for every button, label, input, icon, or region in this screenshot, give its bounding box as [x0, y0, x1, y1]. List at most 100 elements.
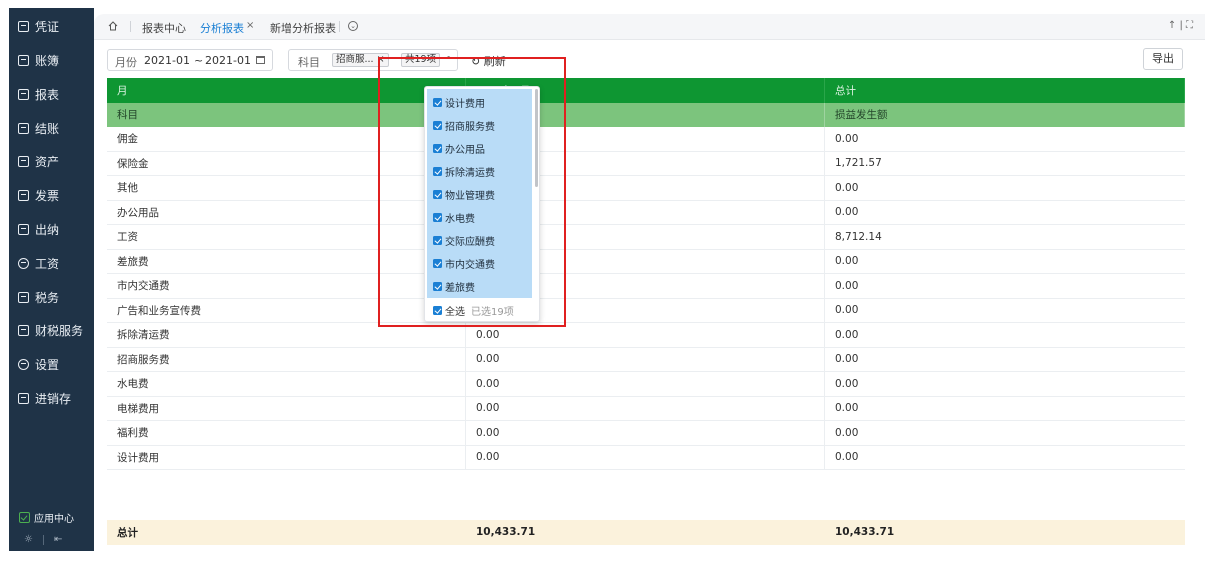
- table-cell: 市内交通费: [107, 274, 466, 298]
- yen-icon: [18, 257, 29, 269]
- table-cell: 电梯费用: [107, 396, 466, 420]
- subject-option[interactable]: 差旅费: [433, 279, 475, 294]
- sidebar-item-label: 进销存: [35, 391, 72, 406]
- refresh-icon: ↻: [471, 55, 481, 68]
- table-row: 保险金1,721.571,721.57: [107, 151, 1185, 176]
- select-all-option[interactable]: 全选 已选19项: [433, 303, 514, 318]
- ledger-icon: [18, 54, 29, 66]
- sidebar-item-inventory[interactable]: 进销存: [9, 386, 94, 410]
- checkbox-checked-icon: [433, 282, 442, 291]
- home-icon[interactable]: [108, 21, 118, 31]
- table-cell: 0.00: [835, 132, 859, 145]
- table-row: 福利费 0.00 0.00: [107, 421, 1185, 446]
- sidebar-item-settings[interactable]: 设置: [9, 352, 94, 376]
- sidebar-item-closing[interactable]: 结账: [9, 116, 94, 140]
- tab-analysis-report[interactable]: 分析报表: [200, 20, 244, 36]
- table-row: 办公用品0.000.00: [107, 200, 1185, 225]
- subject-label: 科目: [298, 56, 320, 69]
- subject-count-tag: 共19项: [401, 53, 441, 67]
- checkbox-checked-icon: [433, 190, 442, 199]
- app-center-link[interactable]: 应用中心: [19, 510, 74, 525]
- tab-divider: [130, 21, 131, 32]
- sidebar-item-label: 税务: [35, 290, 60, 305]
- tax-icon: [18, 291, 29, 303]
- subject-option-label: 拆除清运费: [445, 168, 495, 179]
- table-cell: 0.00: [466, 347, 825, 371]
- tag-close-icon[interactable]: ×: [377, 54, 385, 65]
- header-cell: 月: [107, 78, 466, 103]
- sidebar-item-label: 出纳: [35, 222, 60, 237]
- sidebar-item-invoice[interactable]: 发票: [9, 183, 94, 207]
- table-row: 工资8,712.148,712.14: [107, 225, 1185, 250]
- table-cell: 0.00: [466, 421, 825, 445]
- sidebar-item-reports[interactable]: 报表: [9, 82, 94, 106]
- sidebar-item-tax-services[interactable]: 财税服务: [9, 318, 94, 342]
- subject-dropdown: 设计费用 招商服务费 办公用品 拆除清运费 物业管理费 水电费 交际应酬费 市内交通费 差旅费 …: [424, 86, 540, 322]
- tab-bar: 报表中心 分析报表 × 新增分析报表 ⌄ ↑ | ⛶: [94, 14, 1205, 40]
- sidebar-item-voucher[interactable]: 凭证: [9, 14, 94, 38]
- sidebar-item-label: 结账: [35, 121, 60, 136]
- tab-report-center[interactable]: 报表中心: [142, 20, 186, 36]
- refresh-button[interactable]: ↻ 刷新: [471, 53, 506, 69]
- gear-icon: [18, 358, 29, 370]
- table-cell: 0.00: [835, 328, 859, 341]
- table-cell: 0.00: [835, 181, 859, 194]
- collapse-icon[interactable]: ⇤: [54, 534, 62, 545]
- table-cell: 8,712.14: [835, 230, 882, 243]
- refresh-label: 刷新: [483, 55, 506, 68]
- sidebar-item-tax[interactable]: 税务: [9, 285, 94, 309]
- header-cell: 损益发生额: [825, 102, 1185, 127]
- tab-close-icon[interactable]: ×: [246, 20, 254, 31]
- subject-option[interactable]: 市内交通费: [433, 256, 495, 271]
- sidebar-item-ledger[interactable]: 账簿: [9, 48, 94, 72]
- table-row: 差旅费0.000.00: [107, 249, 1185, 274]
- table-row: 招商服务费 0.00 0.00: [107, 347, 1185, 372]
- total-cell: 10,433.71: [835, 526, 895, 539]
- sidebar-item-assets[interactable]: 资产: [9, 149, 94, 173]
- subject-option[interactable]: 招商服务费: [433, 118, 495, 133]
- closing-icon: [18, 122, 29, 134]
- table-cell: 招商服务费: [107, 347, 466, 371]
- checkbox-checked-icon: [433, 167, 442, 176]
- sidebar-item-label: 凭证: [35, 19, 60, 34]
- inventory-icon: [18, 392, 29, 404]
- month-label: 月份: [115, 56, 137, 69]
- cashier-icon: [18, 223, 29, 235]
- sidebar-item-cashier[interactable]: 出纳: [9, 217, 94, 241]
- subject-option-list[interactable]: 设计费用招商服务费办公用品拆除清运费物业管理费水电费交际应酬费市内交通费差旅费: [427, 89, 532, 298]
- divider: [42, 534, 44, 545]
- subject-option[interactable]: 交际应酬费: [433, 233, 495, 248]
- tab-new-analysis-report[interactable]: 新增分析报表: [270, 20, 336, 36]
- table-cell: 办公用品: [107, 200, 466, 224]
- checkbox-checked-icon: [433, 121, 442, 130]
- table-header-subject: 科目 损益发生额 损益发生额: [107, 102, 1185, 127]
- dropdown-scrollbar[interactable]: [535, 89, 538, 187]
- table-cell: 0.00: [835, 377, 859, 390]
- table-cell: 设计费用: [107, 445, 466, 469]
- subject-option[interactable]: 水电费: [433, 210, 475, 225]
- table-cell: 佣金: [107, 127, 466, 151]
- checkbox-checked-icon: [433, 213, 442, 222]
- header-cell: 科目: [107, 102, 466, 127]
- table-cell: 0.00: [835, 279, 859, 292]
- subject-option[interactable]: 拆除清运费: [433, 164, 495, 179]
- tab-more-icon[interactable]: ⌄: [348, 21, 358, 31]
- table-cell: 拆除清运费: [107, 323, 466, 347]
- caret-up-icon[interactable]: ^: [444, 54, 453, 67]
- table-total-row: 总计 10,433.71 10,433.71: [107, 520, 1185, 545]
- subject-option[interactable]: 物业管理费: [433, 187, 495, 202]
- sidebar-item-payroll[interactable]: 工资: [9, 251, 94, 275]
- window-controls[interactable]: ↑ | ⛶: [1168, 20, 1193, 31]
- table-header-month: 月 2021年1月 总计: [107, 78, 1185, 103]
- sun-icon[interactable]: ☼: [24, 534, 33, 545]
- export-button[interactable]: 导出: [1143, 48, 1183, 70]
- subject-option-label: 设计费用: [445, 99, 485, 110]
- subject-option[interactable]: 设计费用: [433, 95, 485, 110]
- total-cell: 总计: [117, 526, 138, 539]
- month-range-picker[interactable]: 月份 2021-01 ~ 2021-01: [107, 49, 273, 71]
- sidebar-item-label: 工资: [35, 256, 60, 271]
- subject-option-label: 差旅费: [445, 283, 475, 294]
- subject-select[interactable]: 科目 招商服... × 共19项 ^: [288, 49, 458, 71]
- tab-divider: [339, 21, 340, 32]
- subject-option[interactable]: 办公用品: [433, 141, 485, 156]
